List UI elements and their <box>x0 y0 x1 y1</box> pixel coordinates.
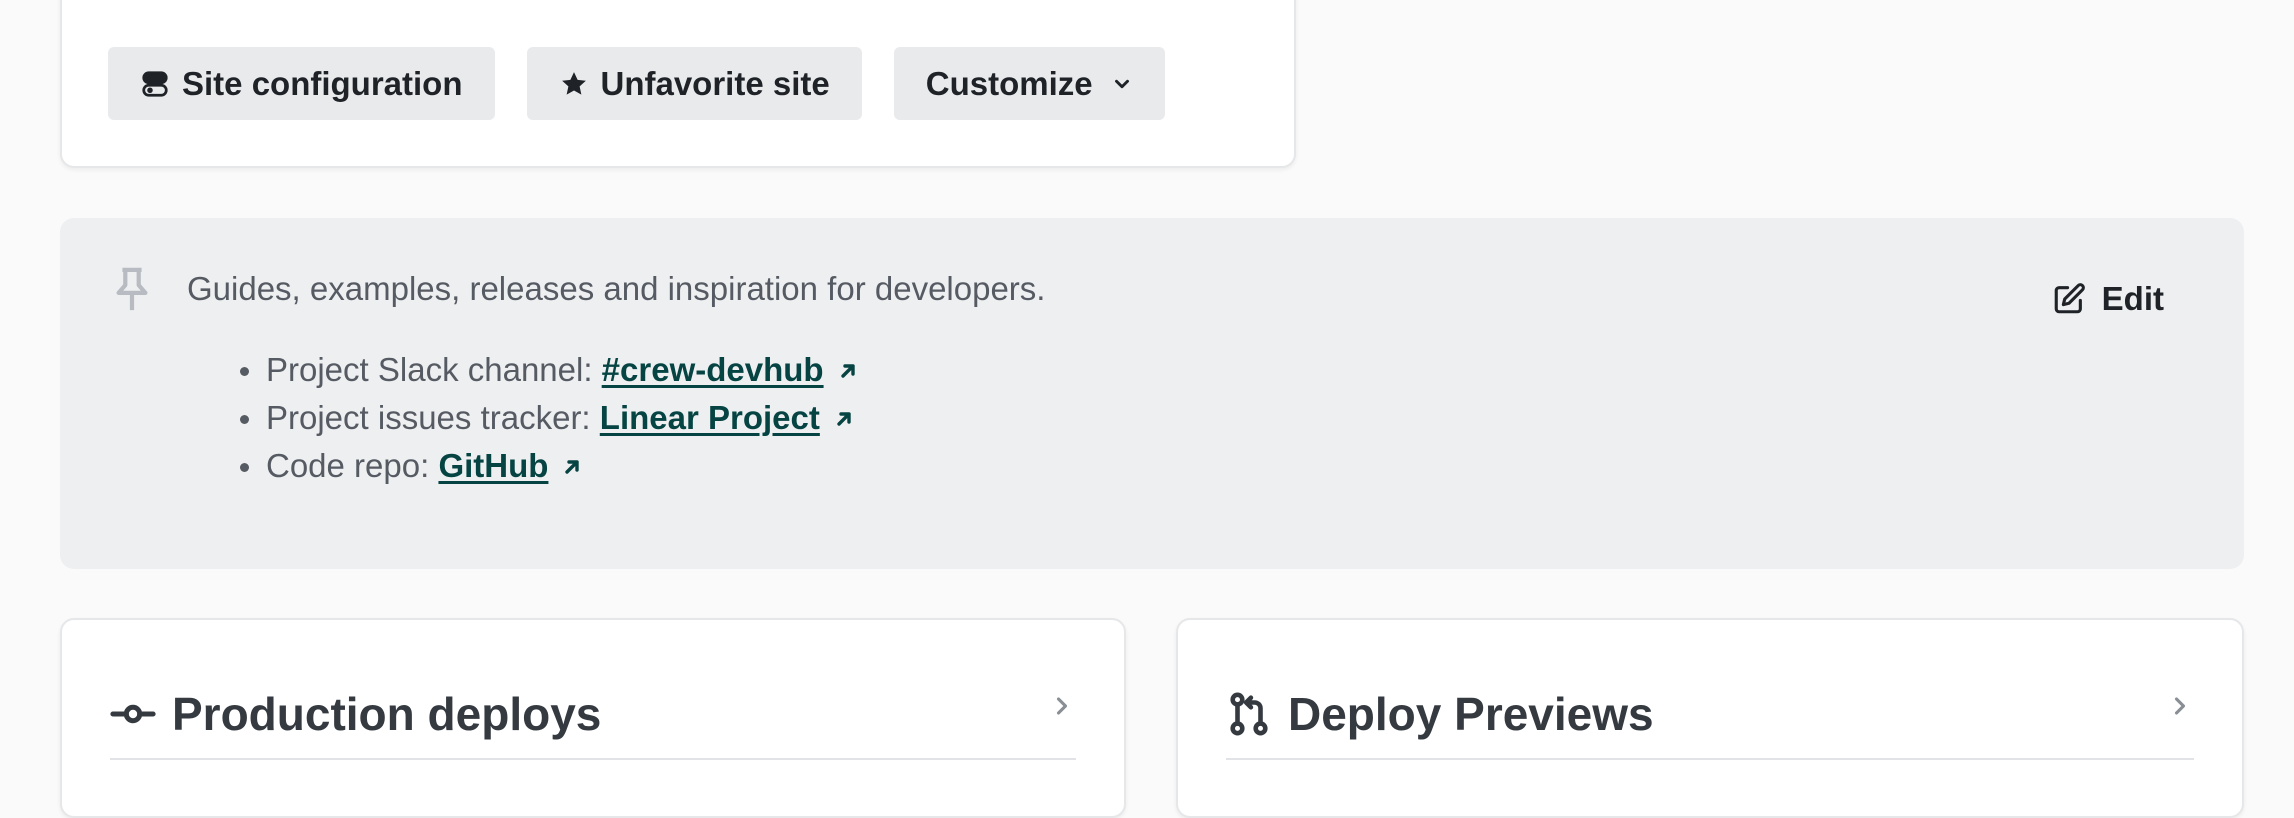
unfavorite-site-label: Unfavorite site <box>600 64 830 102</box>
site-configuration-button[interactable]: Site configuration <box>108 47 495 120</box>
issues-tracker-link[interactable]: Linear Project <box>600 399 820 436</box>
code-repo-link[interactable]: GitHub <box>438 447 548 484</box>
external-link-icon <box>837 412 851 426</box>
list-item-label: Code repo: <box>266 447 439 484</box>
commit-icon <box>110 704 156 724</box>
section-title: Production deploys <box>172 688 602 740</box>
project-links-list: Project Slack channel: #crew-devhub Proj… <box>240 346 860 490</box>
list-item: Project issues tracker: Linear Project <box>240 394 860 442</box>
pull-request-icon <box>1230 692 1268 736</box>
production-deploys-card: Production deploys <box>60 618 1126 818</box>
section-title: Deploy Previews <box>1288 688 1654 740</box>
pin-icon <box>116 267 148 311</box>
external-link-icon <box>565 460 580 474</box>
list-item-label: Project issues tracker: <box>266 399 600 436</box>
chevron-right-icon <box>2174 697 2186 715</box>
edit-label: Edit <box>2101 280 2164 317</box>
pinned-notes-panel: Guides, examples, releases and inspirati… <box>60 218 2244 569</box>
edit-icon <box>2054 283 2085 314</box>
star-icon <box>561 71 586 95</box>
chevron-down-icon <box>1114 79 1129 88</box>
list-item: Project Slack channel: #crew-devhub <box>240 346 860 394</box>
customize-dropdown-button[interactable]: Customize <box>893 47 1165 120</box>
chevron-right-icon <box>1056 697 1068 715</box>
slack-channel-link[interactable]: #crew-devhub <box>602 351 824 388</box>
list-item: Code repo: GitHub <box>240 442 860 490</box>
external-link-icon <box>840 364 855 378</box>
site-actions-row: Site configuration Unfavorite site Custo… <box>108 47 1165 120</box>
production-deploys-header[interactable]: Production deploys <box>110 670 1076 760</box>
pinned-description: Guides, examples, releases and inspirati… <box>187 270 1046 307</box>
site-configuration-label: Site configuration <box>182 64 463 102</box>
unfavorite-site-button[interactable]: Unfavorite site <box>526 47 862 120</box>
deploy-previews-header[interactable]: Deploy Previews <box>1226 670 2194 760</box>
list-item-label: Project Slack channel: <box>266 351 602 388</box>
deploy-previews-card: Deploy Previews <box>1176 618 2244 818</box>
edit-button[interactable]: Edit <box>2052 280 2164 318</box>
customize-label: Customize <box>925 64 1093 102</box>
toggles-icon <box>142 70 168 97</box>
